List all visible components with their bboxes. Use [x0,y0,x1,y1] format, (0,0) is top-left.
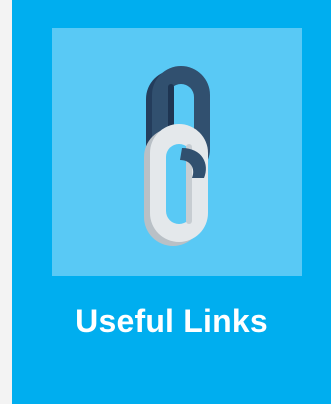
icon-tile [52,28,302,276]
card-label: Useful Links [75,303,268,339]
chain-link-icon [144,66,210,246]
light-link [144,124,208,246]
page: Useful Links [0,0,331,404]
useful-links-card[interactable]: Useful Links [12,0,331,404]
